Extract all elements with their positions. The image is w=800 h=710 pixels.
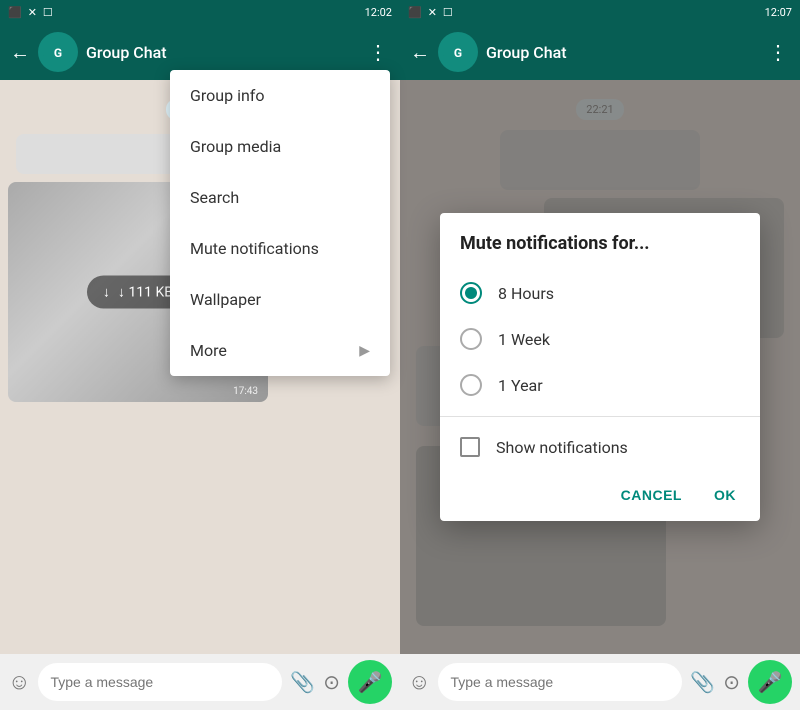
time-left: 12:02: [365, 6, 392, 19]
camera-button-left[interactable]: ⊙: [323, 670, 340, 694]
dialog-backdrop: Mute notifications for... 8 Hours 1 Week: [400, 80, 800, 654]
media-timestamp: 17:43: [233, 386, 258, 397]
dialog-divider: [440, 416, 760, 417]
chat-header-info-right: Group Chat: [486, 43, 760, 62]
option-8hours[interactable]: 8 Hours: [440, 270, 760, 316]
message-input-left[interactable]: [38, 663, 282, 701]
left-panel: ⬛ ✕ ☐ 12:02 ← G Group Chat ⋮ Group info: [0, 0, 400, 710]
radio-1week[interactable]: [460, 328, 482, 350]
app-icon-left: ⬛: [8, 6, 22, 19]
time-right: 12:07: [765, 6, 792, 19]
status-icons-left: ⬛ ✕ ☐: [8, 6, 53, 19]
attach-button-right[interactable]: 📎: [690, 670, 715, 694]
camera-button-right[interactable]: ⊙: [723, 670, 740, 694]
option-1week[interactable]: 1 Week: [440, 316, 760, 362]
show-notifications-label: Show notifications: [496, 438, 628, 457]
emoji-button-left[interactable]: ☺: [8, 669, 30, 695]
back-button-right[interactable]: ←: [410, 40, 430, 65]
media-size-label: ↓ 111 KB: [118, 284, 173, 301]
status-icons-right-left: ⬛ ✕ ☐: [408, 6, 453, 19]
download-icon: ↓: [103, 284, 110, 301]
svg-text:G: G: [454, 46, 462, 60]
mic-button-right[interactable]: 🎤: [748, 660, 792, 704]
option-1year[interactable]: 1 Year: [440, 362, 760, 408]
chat-background-right: 22:21 Mute notifications for... 8 Hours: [400, 80, 800, 654]
context-menu: Group info Group media Search Mute notif…: [170, 70, 390, 376]
chat-header-info-left: Group Chat: [86, 43, 360, 62]
more-arrow-icon: ▶: [359, 343, 370, 359]
window-icon: ☐: [43, 6, 53, 19]
avatar-left: G: [38, 32, 78, 72]
radio-1year[interactable]: [460, 374, 482, 396]
menu-item-group-media[interactable]: Group media: [170, 121, 390, 172]
chat-header-left: ← G Group Chat ⋮ Group info Group media: [0, 24, 400, 80]
option-label-8hours: 8 Hours: [498, 284, 554, 303]
option-label-1year: 1 Year: [498, 376, 543, 395]
dialog-actions: CANCEL OK: [440, 469, 760, 521]
message-input-right[interactable]: [438, 663, 682, 701]
chat-footer-right: ☺ 📎 ⊙ 🎤: [400, 654, 800, 710]
mic-icon: 🎤: [358, 670, 383, 694]
status-bar-right: ⬛ ✕ ☐ 12:07: [400, 0, 800, 24]
svg-text:G: G: [54, 46, 62, 60]
dialog-title: Mute notifications for...: [440, 233, 760, 270]
close-icon-right: ✕: [428, 6, 437, 19]
menu-item-wallpaper[interactable]: Wallpaper: [170, 274, 390, 325]
app-icon-right: ⬛: [408, 6, 422, 19]
radio-8hours[interactable]: [460, 282, 482, 304]
group-name-left: Group Chat: [86, 43, 360, 62]
chat-footer-left: ☺ 📎 ⊙ 🎤: [0, 654, 400, 710]
message-bubble-received: [16, 134, 176, 174]
mute-dialog: Mute notifications for... 8 Hours 1 Week: [440, 213, 760, 521]
chat-header-right: ← G Group Chat ⋮: [400, 24, 800, 80]
status-time-right: 12:07: [765, 6, 792, 19]
avatar-right: G: [438, 32, 478, 72]
option-label-1week: 1 Week: [498, 330, 550, 349]
menu-item-search[interactable]: Search: [170, 172, 390, 223]
radio-inner-8hours: [465, 287, 477, 299]
status-icons-right: 12:02: [365, 6, 392, 19]
mic-button-left[interactable]: 🎤: [348, 660, 392, 704]
attach-button-left[interactable]: 📎: [290, 670, 315, 694]
menu-item-mute[interactable]: Mute notifications: [170, 223, 390, 274]
show-notifications-row[interactable]: Show notifications: [440, 425, 760, 469]
status-bar-left: ⬛ ✕ ☐ 12:02: [0, 0, 400, 24]
mic-icon-right: 🎤: [758, 670, 783, 694]
more-options-button-right[interactable]: ⋮: [768, 40, 790, 64]
menu-item-more[interactable]: More ▶: [170, 325, 390, 376]
close-icon: ✕: [28, 6, 37, 19]
emoji-button-right[interactable]: ☺: [408, 669, 430, 695]
cancel-button[interactable]: CANCEL: [613, 481, 690, 509]
group-name-right: Group Chat: [486, 43, 760, 62]
menu-item-group-info[interactable]: Group info: [170, 70, 390, 121]
show-notifications-checkbox[interactable]: [460, 437, 480, 457]
right-panel: ⬛ ✕ ☐ 12:07 ← G Group Chat ⋮ 22:21: [400, 0, 800, 710]
ok-button[interactable]: OK: [706, 481, 744, 509]
back-button[interactable]: ←: [10, 40, 30, 65]
more-options-button-left[interactable]: ⋮: [368, 40, 390, 64]
window-icon-right: ☐: [443, 6, 453, 19]
